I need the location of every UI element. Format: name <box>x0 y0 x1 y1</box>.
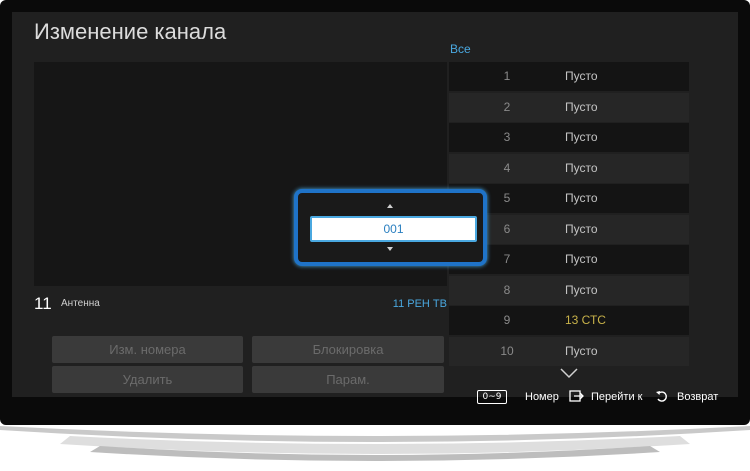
channel-row[interactable]: 1 Пусто <box>449 62 689 91</box>
channel-row-name: Пусто <box>565 191 598 205</box>
channel-row-number: 2 <box>503 99 511 114</box>
current-channel-info: 11 Антенна 11 РЕН ТВ <box>34 294 447 314</box>
channel-row[interactable]: 3 Пусто <box>449 123 689 152</box>
channel-row-name: Пусто <box>565 221 598 236</box>
number-keys-badge: 0~9 <box>477 390 507 404</box>
current-channel-name: 11 РЕН ТВ <box>392 298 447 310</box>
channel-row[interactable]: 10 Пусто <box>449 336 689 366</box>
number-hint-label: Номер <box>525 391 559 403</box>
channel-row-number: 1 <box>503 69 511 83</box>
channel-row-name: Пусто <box>565 282 598 297</box>
edit-number-button[interactable]: Изм. номера <box>52 336 243 363</box>
channel-row-number: 4 <box>503 160 511 175</box>
current-channel-source: Антенна <box>61 298 100 309</box>
current-channel-number: 11 <box>34 294 52 313</box>
channel-row-number: 9 <box>503 313 511 327</box>
channel-row-name: Пусто <box>565 343 598 358</box>
page-title: Изменение канала <box>34 19 227 44</box>
channel-row-number: 10 <box>500 343 514 358</box>
arrow-up-icon[interactable] <box>387 204 393 208</box>
goto-hint-label: Перейти к <box>591 391 643 403</box>
chevron-down-icon[interactable] <box>559 367 579 379</box>
back-icon <box>656 391 667 402</box>
channel-number-input[interactable]: 001 <box>310 216 477 242</box>
lock-button[interactable]: Блокировка <box>252 336 444 363</box>
channel-row-name: Пусто <box>565 252 598 266</box>
channel-row-name: Пусто <box>565 99 598 114</box>
channel-row-name: Пусто <box>565 69 598 83</box>
tv-stand <box>0 426 750 461</box>
channel-number-popup: 001 <box>294 189 487 266</box>
back-hint-label: Возврат <box>677 391 719 403</box>
channel-row[interactable]: 4 Пусто <box>449 153 689 183</box>
channel-row[interactable]: 8 Пусто <box>449 275 689 305</box>
channel-row-name: 13 СТС <box>565 313 606 327</box>
arrow-down-icon[interactable] <box>387 247 393 251</box>
channel-row[interactable]: 9 13 СТС <box>449 306 689 335</box>
channel-row-number: 8 <box>503 282 511 297</box>
channel-row-name: Пусто <box>565 160 598 175</box>
goto-icon <box>569 390 584 402</box>
channel-row[interactable]: 2 Пусто <box>449 92 689 122</box>
channel-row-name: Пусто <box>565 130 598 144</box>
channel-list-header: Все <box>450 42 471 56</box>
channel-row-number: 3 <box>503 130 511 144</box>
